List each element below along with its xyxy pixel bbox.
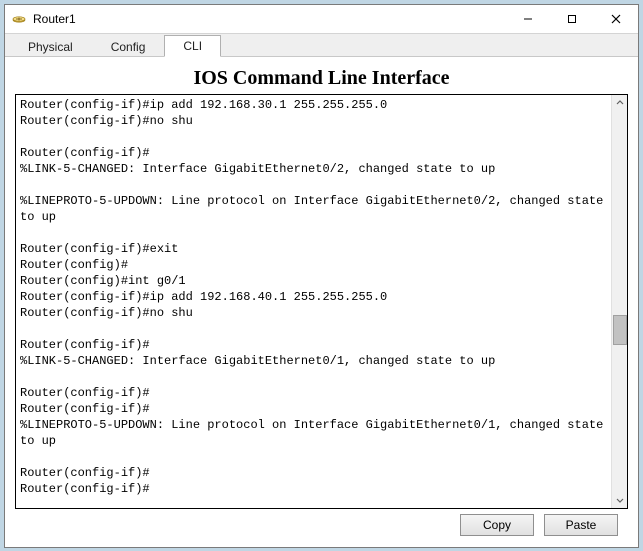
maximize-button[interactable] xyxy=(550,5,594,33)
minimize-button[interactable] xyxy=(506,5,550,33)
scroll-down-icon[interactable] xyxy=(612,492,628,508)
cli-heading: IOS Command Line Interface xyxy=(15,67,628,90)
scroll-up-icon[interactable] xyxy=(612,95,628,111)
titlebar[interactable]: Router1 xyxy=(5,5,638,33)
app-window: Router1 Physical Config CLI IOS Command … xyxy=(4,4,639,548)
tab-strip: Physical Config CLI xyxy=(5,33,638,57)
footer-buttons: Copy Paste xyxy=(15,509,628,541)
tab-physical[interactable]: Physical xyxy=(9,36,92,57)
paste-button[interactable]: Paste xyxy=(544,514,618,536)
copy-button[interactable]: Copy xyxy=(460,514,534,536)
tab-cli[interactable]: CLI xyxy=(164,35,221,57)
vertical-scrollbar[interactable] xyxy=(611,95,627,508)
terminal-container: Router(config-if)#ip add 192.168.30.1 25… xyxy=(15,94,628,509)
window-controls xyxy=(506,5,638,33)
router-icon xyxy=(11,11,27,27)
scroll-thumb[interactable] xyxy=(613,315,627,345)
tab-content: IOS Command Line Interface Router(config… xyxy=(5,57,638,547)
window-title: Router1 xyxy=(33,12,506,26)
close-button[interactable] xyxy=(594,5,638,33)
cli-output[interactable]: Router(config-if)#ip add 192.168.30.1 25… xyxy=(16,95,611,508)
tab-config[interactable]: Config xyxy=(92,36,165,57)
